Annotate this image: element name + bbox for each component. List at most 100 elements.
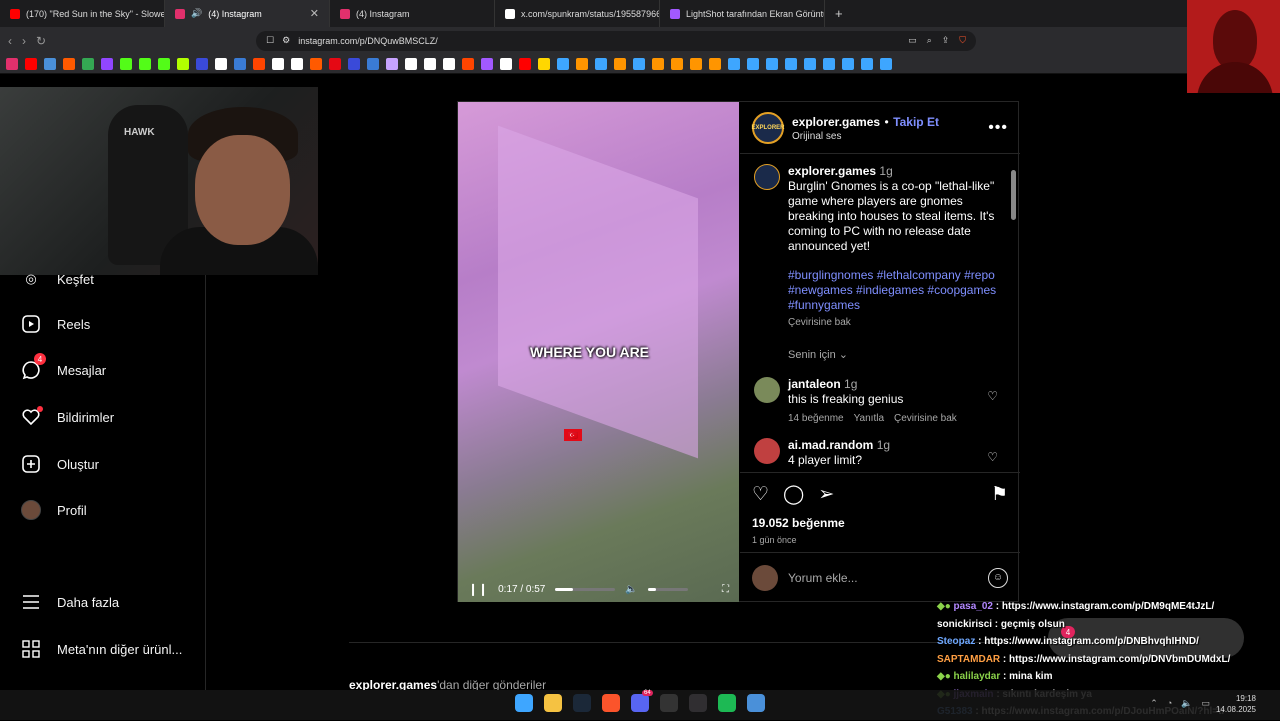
like-comment-icon[interactable]: ♡ [987,389,998,404]
sidebar-item-create[interactable]: Oluştur [20,453,99,475]
comment-username[interactable]: jantaleon [788,377,841,391]
bookmark-favicon-icon[interactable] [348,57,360,70]
bookmark-favicon-icon[interactable] [766,57,778,70]
emoji-icon[interactable]: ☺ [988,567,1008,588]
share-icon[interactable]: ➢ [818,483,834,506]
fullscreen-icon[interactable]: ⛶ [722,584,729,595]
bookmark-favicon-icon[interactable] [329,57,341,70]
bookmark-favicon-icon[interactable] [652,57,664,70]
scroll-thumb[interactable] [1011,170,1016,220]
reload-icon[interactable]: ↻ [36,34,46,48]
taskbar-clock[interactable]: 19:18 14.08.2025 [1216,693,1256,715]
translate-link[interactable]: Çevirisine bak [894,411,957,426]
save-icon[interactable]: ⚑ [991,483,1008,506]
caption-hashtags[interactable]: #burglingnomes #lethalcompany #repo #new… [788,268,1008,313]
like-comment-icon[interactable]: ♡ [987,450,998,465]
bookmark-favicon-icon[interactable] [690,57,702,70]
folder-icon[interactable] [544,694,562,712]
sidebar-item-profile[interactable]: Profil [20,499,87,521]
caption-avatar[interactable] [754,164,780,190]
sidebar-item-explore[interactable]: ◎ Keşfet [20,268,94,290]
bookmark-favicon-icon[interactable] [386,57,398,70]
browser-tab[interactable]: (170) "Red Sun in the Sky" - Slowed [0,0,165,27]
comment-input[interactable]: Yorum ekle... [788,571,858,585]
bookmark-favicon-icon[interactable] [215,57,227,70]
bookmark-favicon-icon[interactable] [196,57,208,70]
bookmark-favicon-icon[interactable] [519,57,531,70]
bookmark-favicon-icon[interactable] [500,57,512,70]
bookmark-favicon-icon[interactable] [310,57,322,70]
bookmark-favicon-icon[interactable] [253,57,265,70]
bookmark-icon[interactable]: ☐ [266,35,274,46]
bookmark-favicon-icon[interactable] [481,57,493,70]
translate-link[interactable]: Çevirisine bak [788,315,1008,330]
back-icon[interactable]: ‹ [8,34,12,48]
bookmark-favicon-icon[interactable] [234,57,246,70]
bookmark-favicon-icon[interactable] [291,57,303,70]
bookmark-favicon-icon[interactable] [139,57,151,70]
chevron-up-icon[interactable]: ⌃ [1150,698,1158,709]
comment-username[interactable]: ai.mad.random [788,438,873,452]
bookmark-favicon-icon[interactable] [367,57,379,70]
comments-scrollbar[interactable] [1010,158,1018,472]
brave-icon[interactable] [602,694,620,712]
bookmark-favicon-icon[interactable] [272,57,284,70]
like-icon[interactable]: ♡ [752,483,769,506]
app-icon[interactable] [747,694,765,712]
brave-shield-icon[interactable]: ⛉ [959,35,966,46]
bookmark-favicon-icon[interactable] [709,57,721,70]
bookmark-favicon-icon[interactable] [785,57,797,70]
bookmark-favicon-icon[interactable] [405,57,417,70]
follow-button[interactable]: Takip Et [893,115,939,129]
bookmark-favicon-icon[interactable] [595,57,607,70]
steam-icon[interactable] [573,694,591,712]
browser-tab[interactable]: x.com/spunkram/status/1955879669 [495,0,660,27]
speaker-icon[interactable]: 🔊 [191,8,202,19]
discord-icon[interactable]: 64 [631,690,653,712]
browser-tab[interactable]: (4) Instagram [330,0,495,27]
bookmark-favicon-icon[interactable] [462,57,474,70]
bookmark-favicon-icon[interactable] [842,57,854,70]
comment-avatar[interactable] [754,438,780,464]
bookmark-favicon-icon[interactable] [120,57,132,70]
forward-icon[interactable]: › [22,34,26,48]
wifi-icon[interactable]: ◔ [1167,698,1172,709]
bookmark-favicon-icon[interactable] [880,57,892,70]
bookmark-favicon-icon[interactable] [443,57,455,70]
browser-tab-active[interactable]: 🔊 (4) Instagram ✕ [165,0,330,27]
close-tab-icon[interactable]: ✕ [310,7,319,20]
bookmark-favicon-icon[interactable] [728,57,740,70]
bookmark-favicon-icon[interactable] [177,57,189,70]
share-icon[interactable]: ⇪ [942,35,950,46]
browser-tab[interactable]: LightShot tarafından Ekran Görüntüsü [660,0,825,27]
more-options-icon[interactable]: ••• [988,119,1008,137]
bookmark-favicon-icon[interactable] [614,57,626,70]
more-posts-user[interactable]: explorer.games [349,678,437,690]
bookmark-favicon-icon[interactable] [823,57,835,70]
bookmark-favicon-icon[interactable] [538,57,550,70]
bookmark-favicon-icon[interactable] [6,57,18,70]
bookmark-favicon-icon[interactable] [633,57,645,70]
bookmark-favicon-icon[interactable] [63,57,75,70]
sidebar-item-meta-apps[interactable]: Meta'nın diğer ürünl... [20,638,182,660]
caption-username[interactable]: explorer.games [788,164,876,178]
sidebar-item-notifications[interactable]: Bildirimler [20,406,114,428]
comment-sort-dropdown[interactable]: Senin için ⌄ [788,348,1008,363]
bookmark-favicon-icon[interactable] [82,57,94,70]
seek-bar[interactable] [555,587,616,591]
spotify-icon[interactable] [718,694,736,712]
comment-avatar[interactable] [754,377,780,403]
sidebar-item-messages[interactable]: 4 Mesajlar [20,353,106,381]
bookmark-favicon-icon[interactable] [747,57,759,70]
bookmark-favicon-icon[interactable] [158,57,170,70]
site-info-icon[interactable]: ⚙ [282,35,290,46]
reply-button[interactable]: Yanıtla [854,411,884,426]
new-tab-button[interactable]: + [825,6,853,21]
windows-start-icon[interactable] [515,694,533,712]
epic-icon[interactable] [660,694,678,712]
bookmark-favicon-icon[interactable] [671,57,683,70]
bookmark-favicon-icon[interactable] [576,57,588,70]
pause-icon[interactable]: ❙❙ [468,582,488,596]
bookmark-favicon-icon[interactable] [25,57,37,70]
sidebar-item-more[interactable]: Daha fazla [20,591,119,613]
